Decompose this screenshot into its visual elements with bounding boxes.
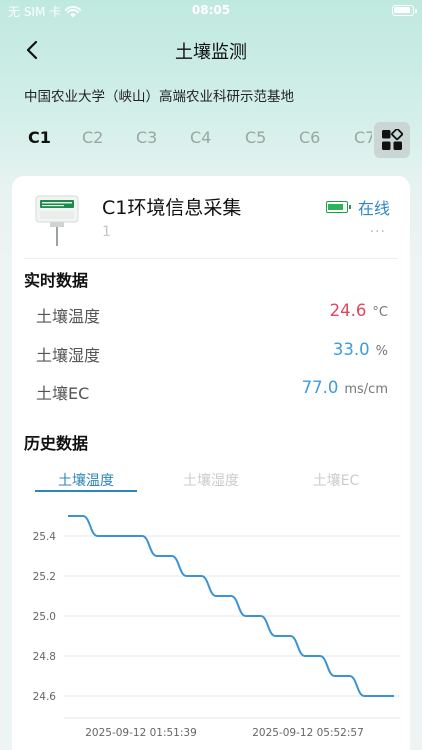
y-tick-label: 24.6 [33, 691, 57, 703]
reading-unit: % [375, 344, 388, 359]
device-tabs: C1 C2 C3 C4 C5 C6 C7 [10, 118, 372, 158]
y-tick-label: 25.2 [33, 571, 56, 583]
y-tick-label: 24.8 [33, 651, 56, 663]
x-tick-label: 2025-09-12 05:52:57 [252, 727, 364, 739]
tab-c7[interactable]: C7 [354, 128, 372, 147]
reading-row: 土壤温度 24.6 °C [36, 301, 388, 326]
divider [24, 258, 398, 259]
reading-label: 土壤温度 [36, 307, 101, 326]
reading-unit: ms/cm [344, 382, 388, 397]
nav-bar: 土壤监测 [0, 30, 422, 70]
tab-c1[interactable]: C1 [28, 128, 51, 147]
sensor-device-icon [35, 195, 79, 246]
series-line [67, 515, 394, 697]
reading-number: 77.0 [301, 378, 339, 397]
reading-label: 土壤EC [36, 384, 90, 403]
x-tick-label: 2025-09-12 01:51:39 [85, 727, 197, 739]
y-tick-label: 25.4 [33, 531, 57, 543]
location-label: 中国农业大学（峡山）高端农业科研示范基地 [24, 89, 294, 105]
reading-row: 土壤EC 77.0 ms/cm [36, 378, 388, 403]
tab-soil-ec[interactable]: 土壤EC [285, 470, 387, 490]
history-title: 历史数据 [24, 434, 89, 453]
tab-soil-humidity[interactable]: 土壤湿度 [160, 470, 262, 490]
reading-value: 24.6 °C [330, 301, 388, 320]
device-card: C1环境信息采集 1 在线 ··· 实时数据 土壤温度 24.6 °C 土壤湿度 … [12, 176, 410, 750]
status-bar: 无 SIM 卡 08:05 [0, 0, 422, 22]
tab-soil-temperature[interactable]: 土壤温度 [35, 470, 137, 490]
tab-c3[interactable]: C3 [136, 128, 157, 147]
reading-number: 33.0 [332, 340, 370, 359]
history-line-chart: 24.6 24.8 25.0 25.2 25.4 2025-09-12 01:51:39 2… [33, 515, 400, 739]
online-label: 在线 [357, 199, 390, 218]
realtime-title: 实时数据 [24, 271, 89, 290]
more-button[interactable]: ··· [370, 224, 386, 240]
reading-row: 土壤湿度 33.0% [36, 340, 388, 365]
tab-c2[interactable]: C2 [82, 128, 103, 147]
tab-c6[interactable]: C6 [299, 128, 320, 147]
history-tabs: 土壤温度 土壤湿度 土壤EC [12, 464, 410, 494]
reading-value: 33.0% [333, 340, 388, 359]
device-id: 1 [102, 224, 111, 240]
tab-c4[interactable]: C4 [190, 128, 211, 147]
y-tick-label: 25.0 [33, 611, 56, 623]
reading-label: 土壤湿度 [36, 346, 101, 365]
reading-number: 24.6 [329, 301, 367, 320]
reading-value: 77.0 ms/cm [302, 378, 388, 397]
device-name: C1环境信息采集 [102, 197, 242, 219]
page-title: 土壤监测 [175, 42, 247, 63]
battery-icon [392, 5, 417, 16]
reading-unit: °C [372, 305, 388, 320]
grid-menu-button[interactable] [374, 122, 410, 158]
online-status: 在线 [325, 195, 390, 219]
tab-indicator [35, 490, 137, 492]
battery-full-icon [325, 201, 351, 213]
clock: 08:05 [191, 3, 231, 17]
tab-c5[interactable]: C5 [245, 128, 266, 147]
grid-icon [382, 129, 403, 150]
